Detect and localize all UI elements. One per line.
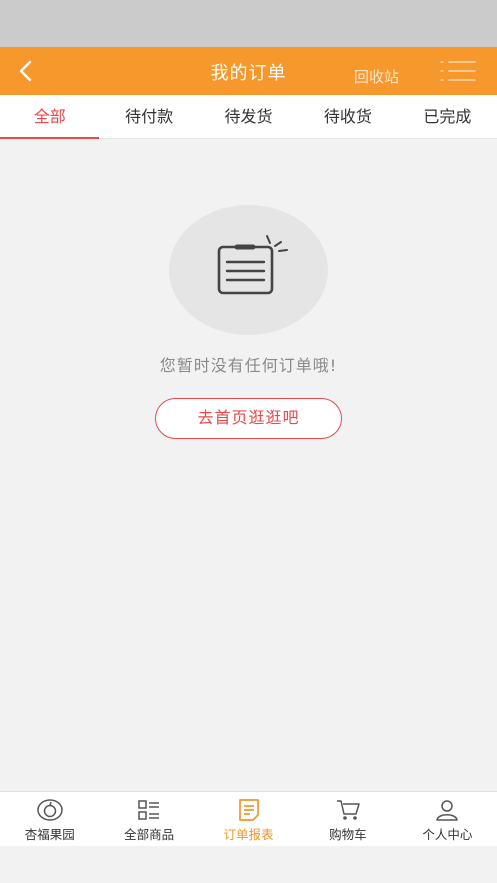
empty-state-message: 您暂时没有任何订单哦! xyxy=(159,356,338,375)
orchard-icon xyxy=(36,799,63,821)
grid-list-icon xyxy=(138,800,160,820)
order-report-icon xyxy=(238,799,259,821)
bottom-navigation: 杏福果园 全部商品 订单报表 购物车 个人中心 xyxy=(0,791,497,846)
tab-pending-receipt[interactable]: 待收货 xyxy=(298,95,397,138)
tab-completed[interactable]: 已完成 xyxy=(398,95,497,138)
tab-pending-payment[interactable]: 待付款 xyxy=(99,95,198,138)
nav-label-all-products: 全部商品 xyxy=(124,827,175,842)
nav-item-orchard[interactable]: 杏福果园 xyxy=(0,792,99,846)
header-bar: 我的订单 回收站 xyxy=(0,47,497,95)
nav-item-cart[interactable]: 购物车 xyxy=(298,792,397,846)
nav-item-all-products[interactable]: 全部商品 xyxy=(99,792,198,846)
nav-label-cart: 购物车 xyxy=(329,827,367,842)
empty-state-illustration xyxy=(169,205,328,335)
status-bar xyxy=(0,0,497,47)
nav-item-order-report[interactable]: 订单报表 xyxy=(199,792,298,846)
cart-icon xyxy=(336,800,360,820)
nav-item-profile[interactable]: 个人中心 xyxy=(398,792,497,846)
tab-all[interactable]: 全部 xyxy=(0,95,100,139)
order-status-tabs: 全部 待付款 待发货 待收货 已完成 xyxy=(0,95,497,139)
page-title: 我的订单 xyxy=(210,63,287,84)
recycle-bin-link[interactable]: 回收站 xyxy=(354,66,399,87)
nav-label-profile: 个人中心 xyxy=(422,827,473,842)
menu-list-icon[interactable] xyxy=(440,59,476,83)
nav-label-orchard: 杏福果园 xyxy=(24,827,75,842)
nav-label-order-report: 订单报表 xyxy=(223,827,274,842)
go-home-button[interactable]: 去首页逛逛吧 xyxy=(155,398,342,439)
bottom-spacer xyxy=(0,846,497,883)
user-icon xyxy=(436,800,459,821)
order-clipboard-icon xyxy=(217,235,288,295)
tab-pending-shipment[interactable]: 待发货 xyxy=(199,95,298,138)
